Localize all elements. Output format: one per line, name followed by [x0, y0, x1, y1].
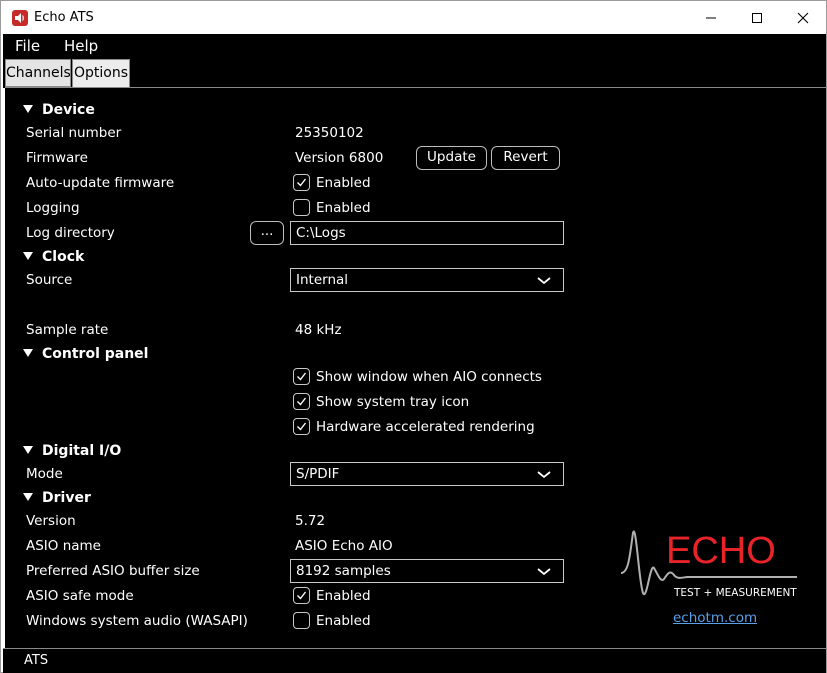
sample-rate-label: Sample rate	[26, 322, 109, 338]
collapse-triangle-icon	[23, 349, 33, 357]
echo-brand-text: ECHO	[666, 530, 776, 572]
close-button[interactable]	[780, 1, 826, 34]
wasapi-checkbox[interactable]	[293, 612, 310, 629]
update-button[interactable]: Update	[416, 146, 487, 170]
serial-number-value: 25350102	[295, 125, 364, 141]
wasapi-label: Windows system audio (WASAPI)	[26, 613, 248, 629]
checkmark-icon	[297, 178, 307, 187]
section-digital-io[interactable]: Digital I/O	[23, 443, 121, 459]
asio-safe-mode-checkbox[interactable]	[293, 587, 310, 604]
auto-update-checkbox[interactable]	[293, 174, 310, 191]
tab-channels[interactable]: Channels	[5, 59, 71, 87]
buffer-size-label: Preferred ASIO buffer size	[26, 563, 200, 579]
firmware-value: Version 6800	[295, 150, 384, 166]
close-icon	[797, 12, 809, 24]
echo-tagline: TEST + MEASUREMENT	[674, 587, 797, 599]
hardware-rendering-label: Hardware accelerated rendering	[316, 419, 535, 435]
minimize-button[interactable]	[688, 1, 734, 34]
status-bar: ATS	[3, 648, 826, 673]
tab-options[interactable]: Options	[72, 59, 130, 87]
section-device[interactable]: Device	[23, 102, 95, 118]
digital-mode-select[interactable]: S/PDIF	[290, 462, 564, 486]
digital-mode-label: Mode	[26, 466, 63, 482]
asio-safe-mode-enabled-label: Enabled	[316, 588, 371, 604]
clock-source-label: Source	[26, 272, 73, 288]
window-title: Echo ATS	[34, 10, 94, 25]
asio-name-value: ASIO Echo AIO	[295, 538, 393, 554]
options-panel: Device Serial number 25350102 Firmware V…	[5, 87, 826, 648]
logging-enabled-label: Enabled	[316, 200, 371, 216]
section-control-panel[interactable]: Control panel	[23, 346, 148, 362]
buffer-size-select[interactable]: 8192 samples	[290, 559, 564, 583]
checkmark-icon	[297, 422, 307, 431]
buffer-size-value: 8192 samples	[296, 563, 391, 579]
sample-rate-value: 48 kHz	[295, 322, 342, 338]
wasapi-enabled-label: Enabled	[316, 613, 371, 629]
menu-bar: File Help	[3, 34, 826, 58]
logging-label: Logging	[26, 200, 80, 216]
clock-source-select[interactable]: Internal	[290, 268, 564, 292]
asio-name-label: ASIO name	[26, 538, 101, 554]
auto-update-enabled-label: Enabled	[316, 175, 371, 191]
chevron-down-icon	[537, 471, 551, 479]
asio-safe-mode-label: ASIO safe mode	[26, 588, 134, 604]
collapse-triangle-icon	[23, 493, 33, 501]
browse-button[interactable]: ...	[250, 221, 284, 245]
collapse-triangle-icon	[23, 105, 33, 113]
show-window-checkbox[interactable]	[293, 368, 310, 385]
menu-help[interactable]: Help	[64, 37, 98, 55]
show-tray-icon-checkbox[interactable]	[293, 393, 310, 410]
chevron-down-icon	[537, 568, 551, 576]
digital-mode-value: S/PDIF	[296, 466, 340, 482]
maximize-button[interactable]	[734, 1, 780, 34]
clock-source-value: Internal	[296, 272, 349, 288]
log-directory-input[interactable]: C:\Logs	[290, 221, 564, 245]
show-window-label: Show window when AIO connects	[316, 369, 542, 385]
section-driver[interactable]: Driver	[23, 490, 91, 506]
firmware-label: Firmware	[26, 150, 88, 166]
speaker-app-icon	[12, 10, 28, 26]
show-tray-icon-label: Show system tray icon	[316, 394, 470, 410]
section-clock[interactable]: Clock	[23, 249, 84, 265]
echo-logo: ECHO TEST + MEASUREMENT	[617, 523, 807, 623]
auto-update-label: Auto-update firmware	[26, 175, 175, 191]
section-clock-heading: Clock	[42, 249, 85, 265]
log-directory-label: Log directory	[26, 225, 115, 241]
echotm-link[interactable]: echotm.com	[673, 610, 757, 626]
section-driver-heading: Driver	[42, 490, 91, 506]
chevron-down-icon	[537, 277, 551, 285]
menu-file[interactable]: File	[15, 37, 40, 55]
app-window: Echo ATS File Help Channels Options Devi…	[0, 0, 827, 673]
tab-strip: Channels Options	[3, 58, 826, 88]
maximize-icon	[752, 13, 762, 23]
status-text: ATS	[24, 653, 49, 668]
hardware-rendering-checkbox[interactable]	[293, 418, 310, 435]
revert-button[interactable]: Revert	[491, 146, 560, 170]
driver-version-value: 5.72	[295, 513, 326, 529]
section-device-heading: Device	[42, 102, 95, 118]
section-digital-io-heading: Digital I/O	[42, 443, 122, 459]
checkmark-icon	[297, 372, 307, 381]
collapse-triangle-icon	[23, 252, 33, 260]
checkmark-icon	[297, 591, 307, 600]
driver-version-label: Version	[26, 513, 76, 529]
logging-checkbox[interactable]	[293, 199, 310, 216]
title-bar: Echo ATS	[1, 1, 826, 34]
serial-number-label: Serial number	[26, 125, 122, 141]
collapse-triangle-icon	[23, 446, 33, 454]
checkmark-icon	[297, 397, 307, 406]
section-control-panel-heading: Control panel	[42, 346, 149, 362]
minimize-icon	[706, 17, 716, 19]
